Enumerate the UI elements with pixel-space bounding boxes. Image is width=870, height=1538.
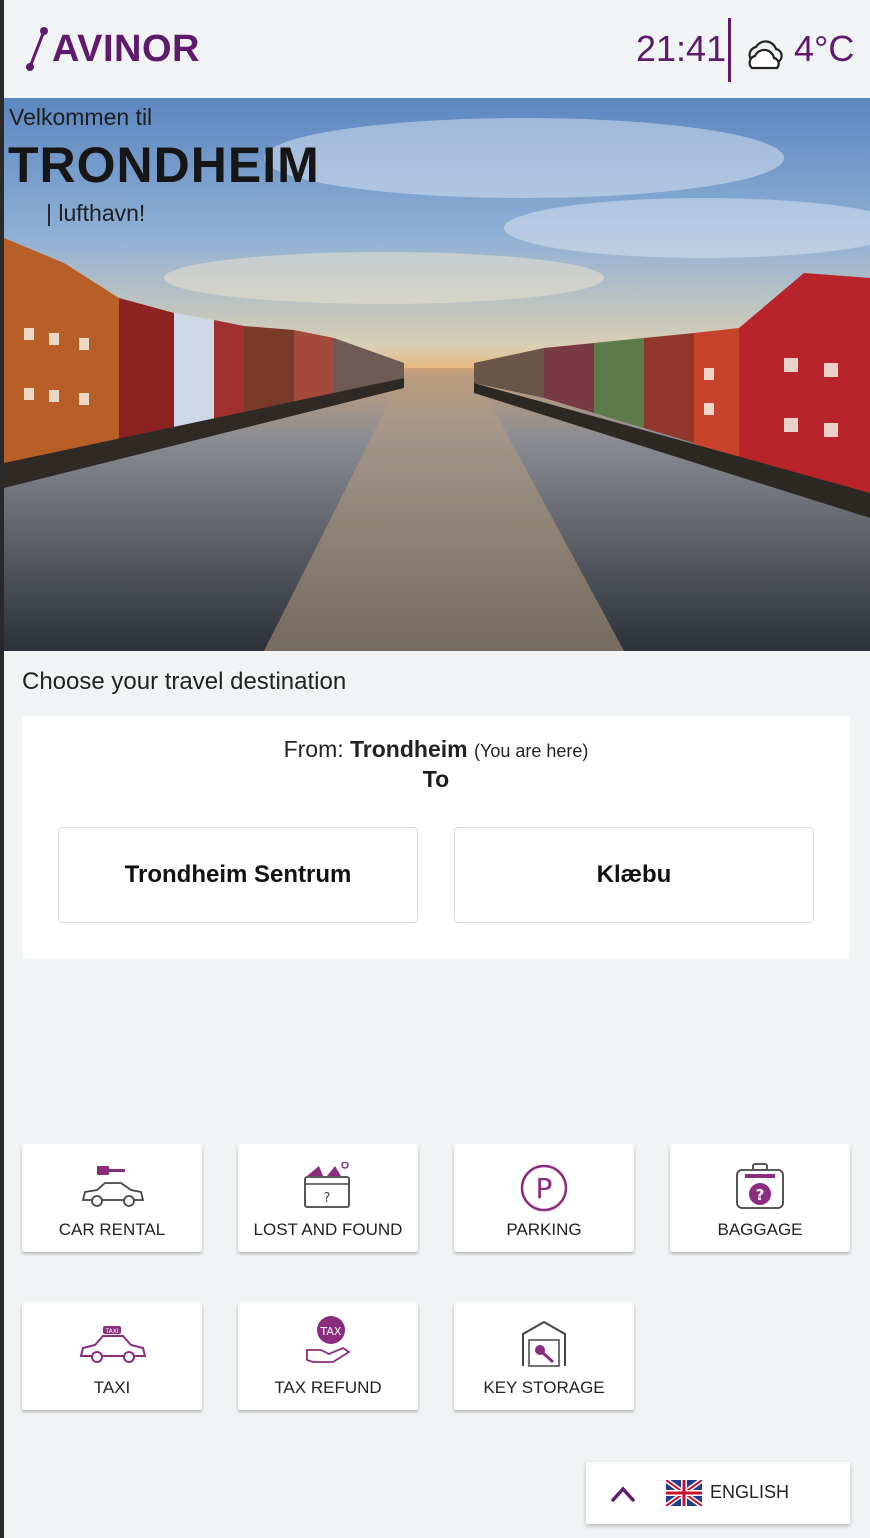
baggage-label: BAGGAGE [717,1220,803,1239]
lost-and-found-label: LOST AND FOUND [253,1220,403,1239]
car-rental-button[interactable]: CAR RENTAL [22,1144,202,1252]
tax-refund-icon: TAX [306,1316,351,1363]
logo-text: AVINOR [52,27,200,70]
tax-refund-label: TAX REFUND [274,1378,382,1397]
lost-found-box-icon: ? [304,1162,350,1208]
welcome-text: Velkommen til [9,104,153,130]
chevron-up-icon[interactable] [608,1480,638,1506]
from-label: From: [283,736,344,762]
baggage-question-icon: ? [736,1163,784,1209]
destination-card: From: Trondheim (You are here) To Trondh… [22,716,850,959]
header-divider [728,18,731,82]
clock: 21:41 [636,28,727,69]
cloud-icon [748,40,783,70]
destination-button-klaebu[interactable]: Klæbu [454,827,814,923]
tax-refund-button[interactable]: TAX TAX REFUND [238,1302,418,1410]
from-city: Trondheim [350,736,468,762]
baggage-button[interactable]: ? BAGGAGE [670,1144,850,1252]
uk-flag-icon [666,1480,702,1506]
parking-icon: P [520,1164,568,1212]
parking-button[interactable]: P PARKING [454,1144,634,1252]
svg-text:?: ? [756,1186,765,1204]
airport-label: lufthavn! [58,200,146,226]
city-title: TRONDHEIM [8,137,320,193]
taxi-icon: TAXI [79,1326,147,1363]
taxi-button[interactable]: TAXI TAXI [22,1302,202,1410]
temperature: 4°C [794,28,855,69]
to-label: To [422,766,450,792]
car-rental-label: CAR RENTAL [58,1220,166,1239]
car-key-icon [81,1166,145,1207]
key-storage-icon [522,1320,566,1367]
svg-text:?: ? [324,1191,331,1206]
destination-heading: Choose your travel destination [22,668,347,695]
avinor-mark-icon [26,27,48,71]
language-label: ENGLISH [710,1482,790,1502]
destination-button-trondheim-sentrum[interactable]: Trondheim Sentrum [58,827,418,923]
language-selector[interactable]: ENGLISH [586,1462,850,1524]
from-line: From: Trondheim (You are here) [22,736,850,763]
airport-text: | lufthavn! [46,200,146,226]
taxi-label: TAXI [93,1378,131,1397]
key-storage-button[interactable]: KEY STORAGE [454,1302,634,1410]
svg-text:TAXI: TAXI [104,1328,118,1335]
parking-label: PARKING [506,1220,582,1239]
avinor-logo: AVINOR [22,24,200,74]
lost-and-found-button[interactable]: ? LOST AND FOUND [238,1144,418,1252]
svg-text:P: P [536,1172,553,1205]
from-note: (You are here) [473,741,589,761]
key-storage-label: KEY STORAGE [483,1378,605,1397]
svg-text:TAX: TAX [320,1325,342,1338]
hero-banner: Velkommen til TRONDHEIM | lufthavn! [4,98,870,651]
header: AVINOR 21:41 4°C [4,0,870,98]
